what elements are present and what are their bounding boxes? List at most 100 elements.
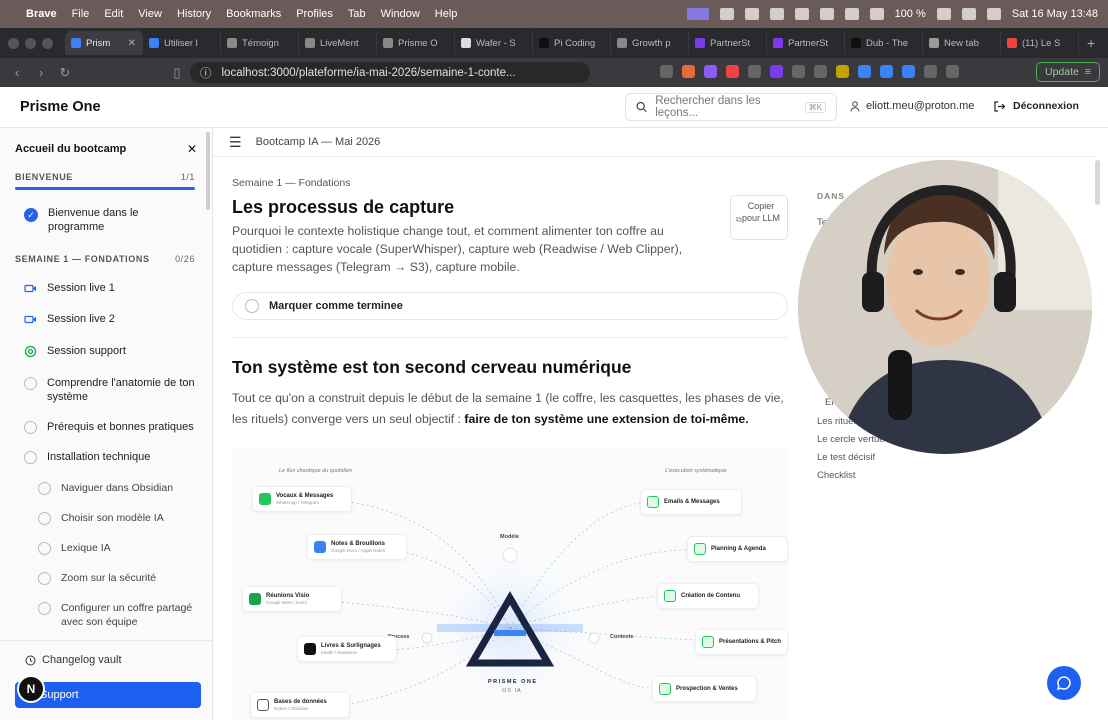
sidebar-subitem[interactable]: Zoom sur la sécurité (0, 563, 212, 593)
sidebar-item-live-2[interactable]: Session live 2 (0, 302, 212, 334)
extension-icon[interactable] (902, 65, 915, 78)
user-avatar[interactable]: N (17, 675, 45, 703)
user-account[interactable]: eliott.meu@proton.me (850, 100, 974, 112)
browser-tab[interactable]: Wafer - S (455, 31, 533, 55)
browser-tab[interactable]: New tab (923, 31, 1001, 55)
zoom-window-button[interactable] (42, 37, 53, 49)
screen-record-icon[interactable] (686, 8, 709, 20)
menu-view[interactable]: View (138, 8, 162, 20)
toc-item[interactable]: Checklist (817, 470, 856, 481)
section-semaine-1[interactable]: SEMAINE 1 — FONDATIONS 0/26 (0, 254, 212, 264)
forward-icon[interactable]: › (32, 65, 50, 80)
extension-icon[interactable] (946, 65, 959, 78)
menu-tab[interactable]: Tab (348, 8, 366, 20)
menu-bookmarks[interactable]: Bookmarks (226, 8, 281, 20)
extension-icon[interactable] (682, 65, 695, 78)
breadcrumb-course[interactable]: Bootcamp IA — Mai 2026 (256, 136, 381, 148)
cloud-icon[interactable] (769, 8, 784, 20)
browser-tab[interactable]: Pi Coding (533, 31, 611, 55)
sidebar-item-support[interactable]: Session support (0, 334, 212, 368)
battery-text: 100 % (894, 8, 926, 20)
battery-icon[interactable] (936, 8, 951, 20)
sidebar-item-live-1[interactable]: Session live 1 (0, 272, 212, 302)
browser-tab[interactable]: LiveMent (299, 31, 377, 55)
siri-icon[interactable] (986, 8, 1001, 20)
extension-icon[interactable] (704, 65, 717, 78)
hand-icon[interactable] (844, 8, 859, 20)
bookmark-icon[interactable]: ▯ (168, 65, 186, 81)
sidebar-subitem[interactable]: Configurer un coffre partagé avec son éq… (0, 593, 212, 636)
address-bar[interactable]: ⓘ localhost:3000/plateforme/ia-mai-2026/… (190, 62, 590, 83)
new-tab-button[interactable]: + (1087, 35, 1095, 51)
browser-tab[interactable]: Utiliser l (143, 31, 221, 55)
main-scrollbar[interactable] (1095, 160, 1100, 205)
menu-help[interactable]: Help (435, 8, 458, 20)
close-window-button[interactable] (8, 37, 19, 49)
sidebar-item-anatomie[interactable]: Comprendre l'anatomie de ton système (0, 368, 212, 411)
changelog-link[interactable]: Changelog vault (0, 641, 212, 666)
menu-history[interactable]: History (177, 8, 211, 20)
browser-tab[interactable]: Dub - The (845, 31, 923, 55)
back-icon[interactable]: ‹ (8, 65, 26, 80)
close-tab-icon[interactable]: ✕ (128, 38, 136, 49)
browser-tab[interactable]: Prisme O (377, 31, 455, 55)
search-input[interactable]: Rechercher dans les leçons... ⌘K (625, 93, 837, 121)
menu-edit[interactable]: Edit (104, 8, 123, 20)
extension-icon[interactable] (924, 65, 937, 78)
headphones-icon[interactable] (819, 8, 834, 20)
browser-tab[interactable]: Témoign (221, 31, 299, 55)
browser-tab[interactable]: Prism ✕ (65, 31, 143, 55)
sidebar-item-welcome[interactable]: ✓ Bienvenue dans le programme (0, 199, 212, 244)
extension-icon[interactable] (726, 65, 739, 78)
menu-toggle-icon[interactable]: ☰ (229, 134, 242, 151)
menu-profiles[interactable]: Profiles (296, 8, 333, 20)
sidebar-title[interactable]: Accueil du bootcamp (15, 143, 126, 155)
browser-tab[interactable]: PartnerSt (767, 31, 845, 55)
sidebar-subitem[interactable]: Naviguer dans Obsidian (0, 473, 212, 503)
reload-icon[interactable]: ↻ (56, 65, 74, 81)
copy-for-llm-button[interactable]: ⧉ Copier pour LLM (730, 195, 788, 240)
sidebar-item-installation[interactable]: Installation technique (0, 441, 212, 473)
control-center-icon[interactable] (961, 8, 976, 20)
site-info-icon[interactable]: ⓘ (200, 65, 212, 81)
menu-file[interactable]: File (72, 8, 90, 20)
vector-icon[interactable] (794, 8, 809, 20)
toc-item[interactable]: Le test décisif (817, 452, 875, 463)
webcam-overlay[interactable] (798, 160, 1092, 454)
drive-icon[interactable] (719, 8, 734, 20)
menu-window[interactable]: Window (381, 8, 420, 20)
browser-tab[interactable]: PartnerSt (689, 31, 767, 55)
extension-icon[interactable] (836, 65, 849, 78)
datetime[interactable]: Sat 16 May 13:48 (1012, 8, 1098, 20)
logout-button[interactable]: Déconnexion (994, 100, 1079, 112)
section-bienvenue[interactable]: BIENVENUE 1/1 (0, 172, 212, 182)
search-icon (636, 101, 647, 113)
minimize-window-button[interactable] (25, 37, 36, 49)
browser-tab[interactable]: Growth p (611, 31, 689, 55)
extension-icon[interactable] (814, 65, 827, 78)
keyboard-icon[interactable] (869, 8, 884, 20)
extension-icon[interactable] (660, 65, 673, 78)
mark-complete-button[interactable]: Marquer comme terminee (232, 292, 788, 320)
sidebar-item-prerequis[interactable]: Prérequis et bonnes pratiques (0, 411, 212, 441)
menu-app[interactable]: Brave (26, 8, 57, 20)
extensions-bar (660, 65, 959, 78)
support-label: Support (40, 689, 79, 701)
update-button[interactable]: Update ≡ (1036, 62, 1100, 82)
lesson-title: Les processus de capture (232, 197, 455, 217)
chat-widget-button[interactable] (1047, 666, 1081, 700)
circle-incomplete-icon (38, 542, 51, 555)
brand-logo[interactable]: Prisme One (20, 99, 101, 115)
browser-tab[interactable]: (11) Le S (1001, 31, 1079, 55)
extension-icon[interactable] (770, 65, 783, 78)
sidebar-subitem[interactable]: Choisir son modèle IA (0, 503, 212, 533)
puzzle-icon[interactable] (744, 8, 759, 20)
extension-icon[interactable] (792, 65, 805, 78)
extension-icon[interactable] (748, 65, 761, 78)
sidebar-item-label: Naviguer dans Obsidian (61, 482, 174, 494)
sidebar-subitem[interactable]: Lexique IA (0, 533, 212, 563)
extension-icon[interactable] (858, 65, 871, 78)
sidebar-scrollbar[interactable] (206, 132, 210, 210)
extension-icon[interactable] (880, 65, 893, 78)
close-sidebar-icon[interactable]: ✕ (187, 142, 197, 156)
